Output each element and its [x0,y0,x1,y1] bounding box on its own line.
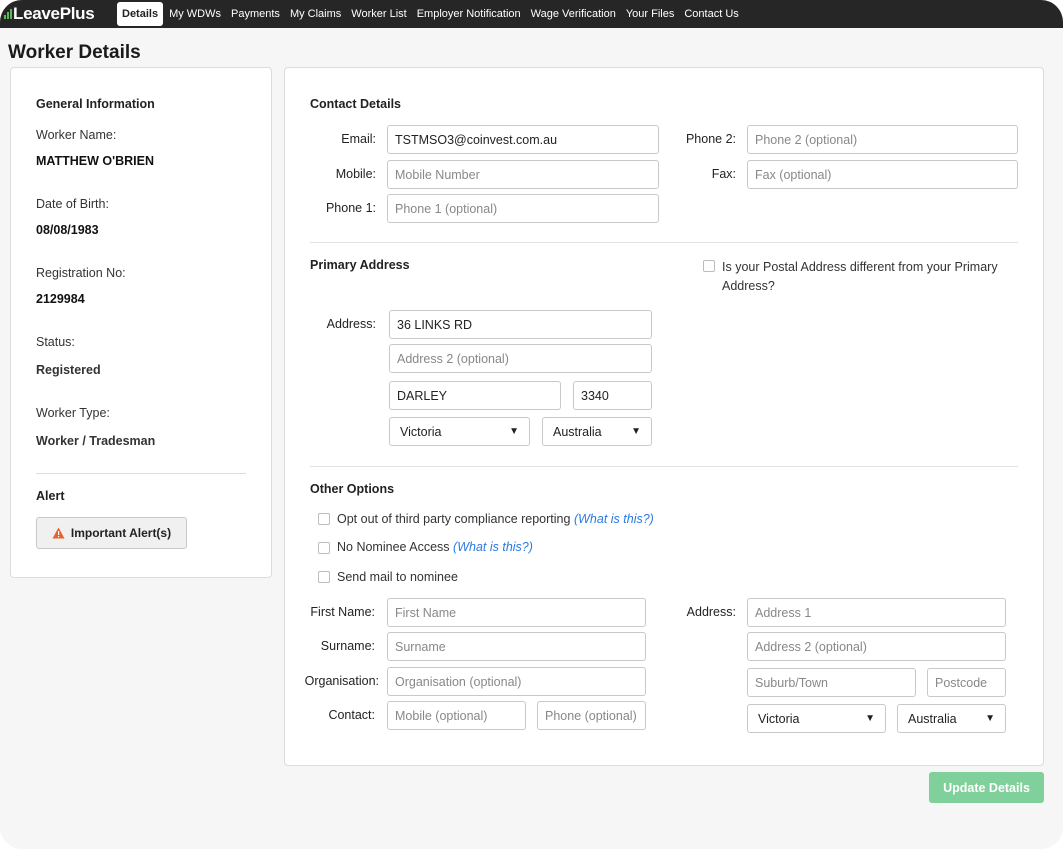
chevron-down-icon: ▼ [509,426,519,437]
status-value: Registered [36,363,101,377]
first-name-label: First Name: [310,605,375,619]
divider [310,242,1018,243]
phone2-field[interactable]: Phone 2 (optional) [747,125,1018,154]
nominee-address1-field[interactable]: Address 1 [747,598,1006,627]
opt-out-what-is-this-link[interactable]: (What is this?) [574,512,654,526]
brand-logo[interactable]: LeavePlus [0,0,117,28]
mobile-label: Mobile: [335,167,376,181]
dob-label: Date of Birth: [36,197,109,211]
contact-mobile-field[interactable]: Mobile (optional) [387,701,526,730]
postal-different-label-line1: Is your Postal Address different from yo… [722,260,998,274]
nav-item-contact-us[interactable]: Contact Us [679,2,743,26]
address1-field[interactable]: 36 LINKS RD [389,310,652,339]
opt-out-text: Opt out of third party compliance report… [337,512,571,526]
nav-item-my-claims[interactable]: My Claims [285,2,346,26]
nominee-address-label: Address: [686,605,736,619]
first-name-field[interactable]: First Name [387,598,646,627]
nominee-address2-field[interactable]: Address 2 (optional) [747,632,1006,661]
country-select-value: Australia [553,424,602,439]
phone1-label: Phone 1: [325,201,376,215]
divider [310,466,1018,467]
nominee-country-value: Australia [908,711,957,726]
state-select-value: Victoria [400,424,442,439]
postal-different-checkbox[interactable] [703,260,715,272]
phone1-field[interactable]: Phone 1 (optional) [387,194,659,223]
nav-item-details[interactable]: Details [117,2,164,26]
organisation-label: Organisation: [304,674,379,688]
opt-out-checkbox[interactable] [318,513,330,525]
chevron-down-icon: ▼ [631,426,641,437]
nav-item-my-wdws[interactable]: My WDWs [164,2,226,26]
nominee-state-select[interactable]: Victoria ▼ [747,704,886,733]
logo-bars-icon [4,9,12,19]
nominee-postcode-field[interactable]: Postcode [927,668,1006,697]
logo-text: LeavePlus [13,4,95,23]
divider [36,473,246,474]
details-form-card: Contact Details Email: TSTMSO3@coinvest.… [284,67,1044,766]
address2-field[interactable]: Address 2 (optional) [389,344,652,373]
worker-name-label: Worker Name: [36,128,117,142]
nav-item-worker-list[interactable]: Worker List [346,2,411,26]
nominee-country-select[interactable]: Australia ▼ [897,704,1006,733]
registration-value: 2129984 [36,292,85,306]
postcode-field[interactable]: 3340 [573,381,652,410]
important-alerts-button[interactable]: Important Alert(s) [36,517,187,549]
no-nominee-what-is-this-link[interactable]: (What is this?) [453,540,533,554]
nav-menu: Details My WDWs Payments My Claims Worke… [117,0,744,28]
general-info-header: General Information [36,97,155,111]
other-options-header: Other Options [310,482,395,496]
dob-value: 08/08/1983 [36,223,99,237]
chevron-down-icon: ▼ [985,713,995,724]
send-mail-label: Send mail to nominee [337,570,458,584]
fax-label: Fax: [711,167,736,181]
nav-item-employer-notification[interactable]: Employer Notification [412,2,526,26]
surname-field[interactable]: Surname [387,632,646,661]
chevron-down-icon: ▼ [865,713,875,724]
registration-label: Registration No: [36,266,126,280]
primary-address-header: Primary Address [310,258,410,272]
nominee-suburb-field[interactable]: Suburb/Town [747,668,916,697]
worker-type-value: Worker / Tradesman [36,434,156,448]
suburb-field[interactable]: DARLEY [389,381,561,410]
alert-header: Alert [36,489,65,503]
status-label: Status: [36,335,75,349]
update-details-button[interactable]: Update Details [929,772,1044,803]
nav-item-payments[interactable]: Payments [226,2,285,26]
email-label: Email: [341,132,376,146]
worker-name-value: MATTHEW O'BRIEN [36,154,155,168]
postal-different-label-line2: Address? [722,279,775,293]
app-frame: LeavePlus Details My WDWs Payments My Cl… [0,0,1063,849]
contact-phone-field[interactable]: Phone (optional) [537,701,646,730]
page-title: Worker Details [8,42,141,63]
contact-details-header: Contact Details [310,97,401,111]
email-field[interactable]: TSTMSO3@coinvest.com.au [387,125,659,154]
nav-item-your-files[interactable]: Your Files [621,2,680,26]
nominee-state-value: Victoria [758,711,800,726]
top-navbar: LeavePlus Details My WDWs Payments My Cl… [0,0,1063,28]
phone2-label: Phone 2: [685,132,736,146]
send-mail-checkbox[interactable] [318,571,330,583]
contact-label: Contact: [328,708,375,722]
nav-item-wage-verification[interactable]: Wage Verification [526,2,621,26]
no-nominee-text: No Nominee Access [337,540,450,554]
mobile-field[interactable]: Mobile Number [387,160,659,189]
worker-type-label: Worker Type: [36,406,110,420]
opt-out-label: Opt out of third party compliance report… [337,512,654,526]
address-label: Address: [326,317,376,331]
general-info-card: General Information Worker Name: MATTHEW… [10,67,272,578]
no-nominee-label: No Nominee Access (What is this?) [337,540,533,554]
important-alerts-label: Important Alert(s) [70,526,172,540]
fax-field[interactable]: Fax (optional) [747,160,1018,189]
state-select[interactable]: Victoria ▼ [389,417,530,446]
no-nominee-checkbox[interactable] [318,542,330,554]
country-select[interactable]: Australia ▼ [542,417,652,446]
surname-label: Surname: [320,639,375,653]
organisation-field[interactable]: Organisation (optional) [387,667,646,696]
warning-icon [52,527,65,539]
